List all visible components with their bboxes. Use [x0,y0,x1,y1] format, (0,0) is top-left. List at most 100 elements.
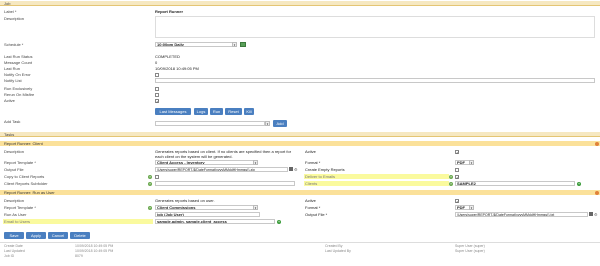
client-report-template-dropdown-icon[interactable]: ▾ [253,160,258,165]
notify-list-input[interactable] [155,78,595,83]
client-subfolder-label: Client Reports Subfolder [4,181,48,186]
last-updated-by-label: Last Updated By [325,249,351,253]
add-task-select[interactable] [155,121,265,126]
active-label: Active [4,98,15,103]
job-id-value: 8079 [75,254,83,258]
job-id-label: Job ID [4,254,15,258]
label-label: Label * [4,9,17,14]
last-updated-by-value: Super User (super) [455,249,485,253]
email-users-label: Email to Users [4,219,31,224]
client-subfolder-help-icon[interactable]: ? [148,181,152,186]
user-description-label: Description [4,198,25,203]
save-button[interactable]: Save [4,232,24,239]
client-format-dropdown-icon[interactable]: ▾ [469,160,474,165]
last-run-status-value: COMPLETED [155,54,180,59]
delete-button[interactable]: Delete [70,232,90,239]
clients-add-icon[interactable]: + [577,181,581,186]
settings-icon[interactable]: ⚙ [294,167,298,172]
schedule-dropdown-icon[interactable]: ▾ [232,42,237,47]
client-report-template-label: Report Template * [4,160,36,165]
client-subfolder-input[interactable] [155,181,295,186]
apply-button[interactable]: Apply [26,232,46,239]
schedule-label: Schedule * [4,42,24,47]
user-task-header[interactable]: Report Runner: Run as User [0,190,600,195]
calendar-icon[interactable] [240,42,246,47]
client-task-remove-icon[interactable] [595,141,599,146]
rerun-on-misfire-checkbox[interactable] [155,92,159,97]
user-folder-icon[interactable] [589,212,593,216]
label-value[interactable]: Report Runner [155,9,183,14]
client-active-checkbox[interactable]: ✓ [455,149,459,154]
notify-list-label: Notify List [4,78,22,83]
reset-button[interactable]: Reset [225,108,242,115]
user-format-label: Format * [305,205,321,210]
description-textarea[interactable] [155,16,595,38]
client-task-header[interactable]: Report Runner: Client [0,141,600,146]
user-output-file-input[interactable]: /Users/super/REPORT-${DateFormat(yyyyMMd… [455,212,588,217]
message-count-label: Message Count [4,60,33,65]
user-task-title: Report Runner: Run as User [4,190,55,195]
email-users-input[interactable]: sample.admin, sample.client_access [155,219,275,224]
message-count-value: 0 [155,60,158,65]
description-label: Description [4,16,25,21]
add-task-dropdown-icon[interactable]: ▾ [265,121,270,126]
user-report-template-help-icon[interactable]: ? [148,205,152,210]
create-date-label: Create Date [4,244,23,248]
last-updated-value: 10/09/2018 10:49:05 PM [75,249,114,253]
notify-on-error-checkbox[interactable] [155,72,159,77]
user-format-dropdown-icon[interactable]: ▾ [469,205,474,210]
folder-icon[interactable] [289,167,293,171]
deliver-email-checkbox[interactable]: ✓ [455,174,459,179]
user-output-file-label: Output File * [305,212,328,217]
clients-input[interactable]: SAMPLE2 [455,181,575,186]
clients-highlight [304,181,449,186]
email-users-add-icon[interactable]: + [277,219,281,224]
copy-to-client-checkbox[interactable] [155,174,159,179]
logs-button[interactable]: Logs [194,108,208,115]
create-date-value: 10/09/2018 10:49:05 PM [75,244,114,248]
job-section-title: Job [4,0,11,6]
run-exclusively-checkbox[interactable] [155,86,159,91]
client-description-label: Description [4,149,25,154]
run-as-user-input[interactable]: job (Job User) [155,212,260,217]
created-by-value: Super User (super) [455,244,485,248]
client-report-template-select[interactable]: Client Access - Inventory [155,160,255,165]
run-button[interactable]: Run [210,108,223,115]
add-task-label: Add Task [4,119,21,124]
add-task-button[interactable]: Add [273,120,287,127]
kill-button[interactable]: Kill [244,108,254,115]
user-settings-icon[interactable]: ⚙ [594,212,598,217]
client-output-file-label: Output File [4,167,24,172]
notify-on-error-label: Notify On Error [4,72,31,77]
active-checkbox[interactable]: ✓ [155,98,159,103]
user-report-template-label: Report Template * [4,205,36,210]
last-run-value: 10/09/2018 10:49:05 PM [155,66,199,71]
user-active-label: Active [305,198,316,203]
last-run-label: Last Run [4,66,21,71]
tasks-section-header: Tasks [0,132,600,137]
copy-to-client-label: Copy to Client Reports [4,174,45,179]
deliver-email-help-icon[interactable]: ? [449,174,453,179]
user-active-checkbox[interactable]: ✓ [455,198,459,203]
run-as-user-label: Run As User [4,212,27,217]
created-by-label: Created By [325,244,343,248]
client-task-title: Report Runner: Client [4,141,43,146]
cancel-button[interactable]: Cancel [48,232,68,239]
footer-divider [0,242,600,243]
client-format-label: Format * [305,160,321,165]
client-output-file-input[interactable]: /Users/super/REPORT-${DateFormat(yyyyMMd… [155,167,288,172]
user-report-template-dropdown-icon[interactable]: ▾ [253,205,258,210]
job-section-header: Job [0,1,600,6]
last-messages-button[interactable]: Last Messages [155,108,191,115]
copy-to-client-help-icon[interactable]: ? [148,174,152,179]
create-empty-checkbox[interactable] [455,167,459,172]
user-task-remove-icon[interactable] [595,190,599,195]
last-updated-label: Last Updated [4,249,25,253]
user-report-template-select[interactable]: Client Commissions [155,205,255,210]
clients-help-icon[interactable]: ? [449,181,453,186]
schedule-select[interactable]: 10:00pm Daily [155,42,235,47]
rerun-on-misfire-label: Rerun On Misfire [4,92,35,97]
deliver-email-label: Deliver to Emails [305,174,336,179]
clients-label: Clients [305,181,318,186]
tasks-section-title: Tasks [4,131,15,137]
